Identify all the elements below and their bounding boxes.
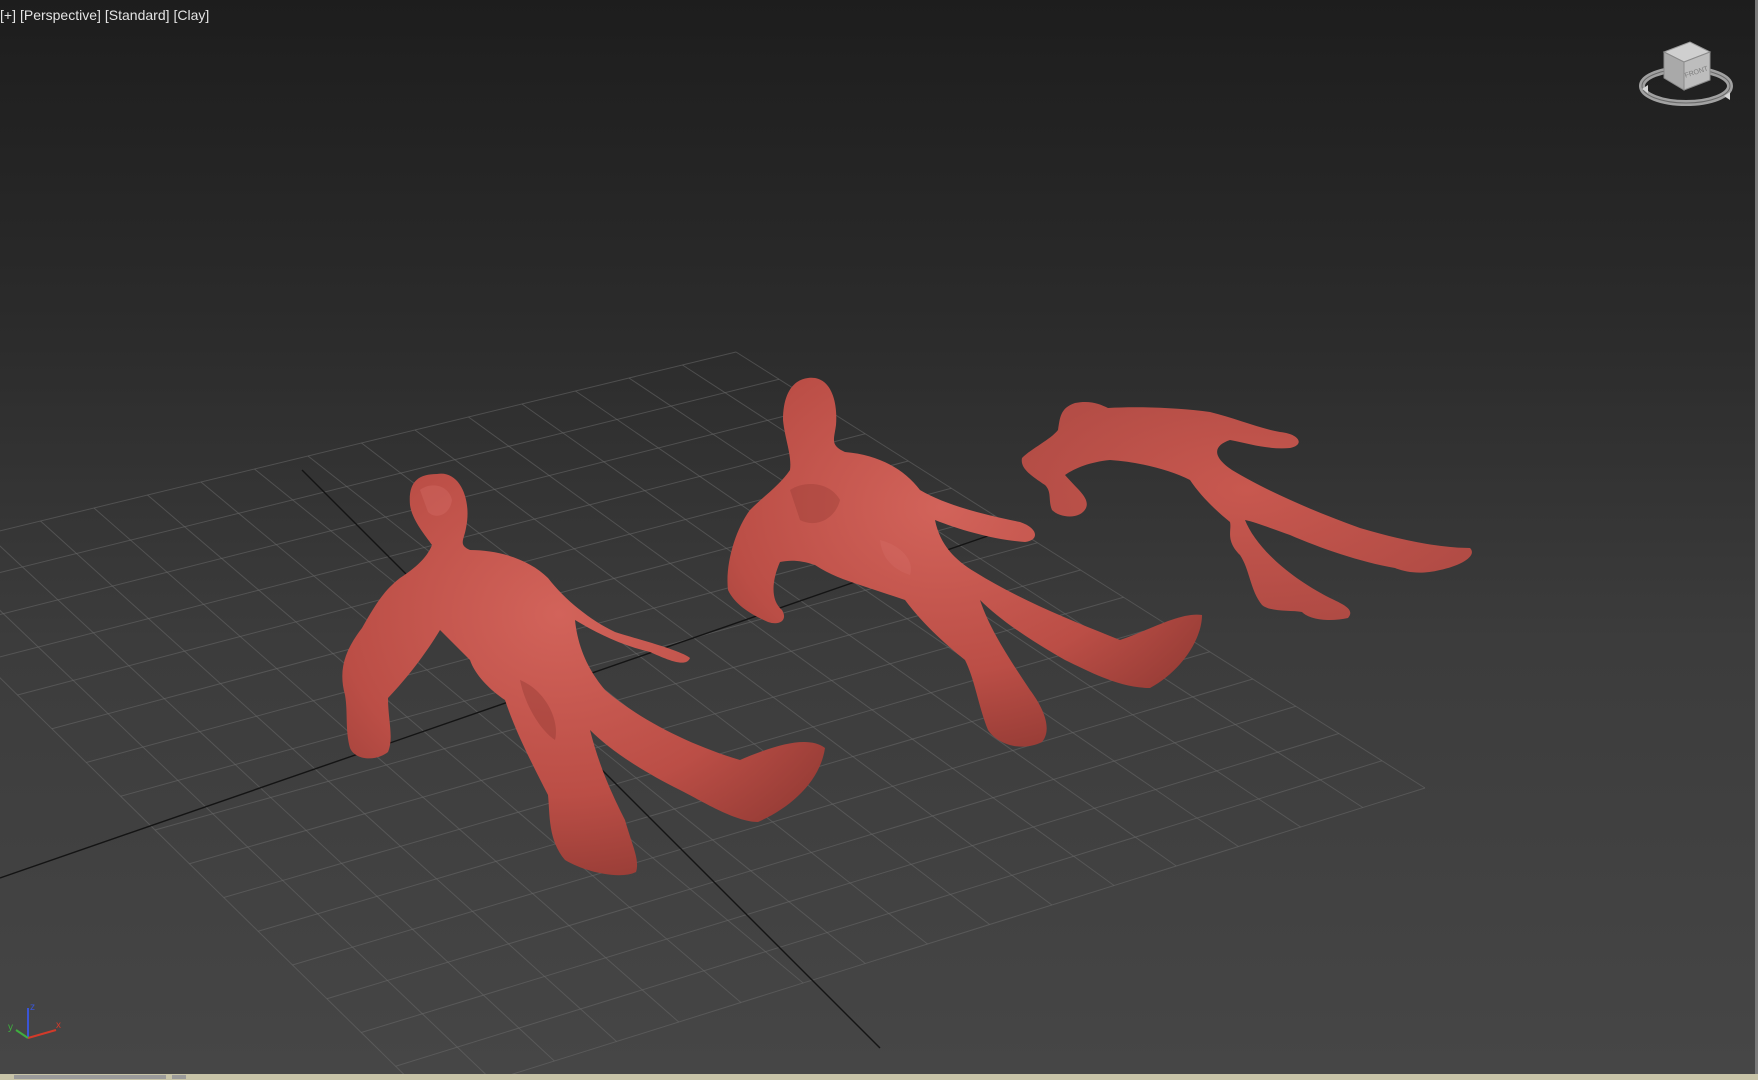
axis-tripod-icon: z x y (8, 1002, 61, 1039)
perspective-viewport[interactable]: [+] [Perspective] [Standard] [Clay] FRON… (0, 0, 1758, 1074)
axis-x-label: x (56, 1020, 61, 1031)
grid-line (395, 760, 1383, 1067)
axis-y-label: y (8, 1022, 13, 1033)
grid-line (292, 678, 1253, 966)
time-slider-arrow[interactable] (172, 1075, 186, 1079)
scene-canvas[interactable] (0, 0, 1758, 1074)
timeline-strip[interactable] (0, 1074, 1758, 1080)
grid-line (361, 733, 1340, 1033)
clay-figure-3-flat[interactable] (1021, 401, 1472, 620)
viewcube-icon[interactable]: FRONT (1638, 36, 1734, 116)
axis-z-label: z (30, 1002, 35, 1013)
time-slider-handle[interactable] (14, 1075, 166, 1079)
